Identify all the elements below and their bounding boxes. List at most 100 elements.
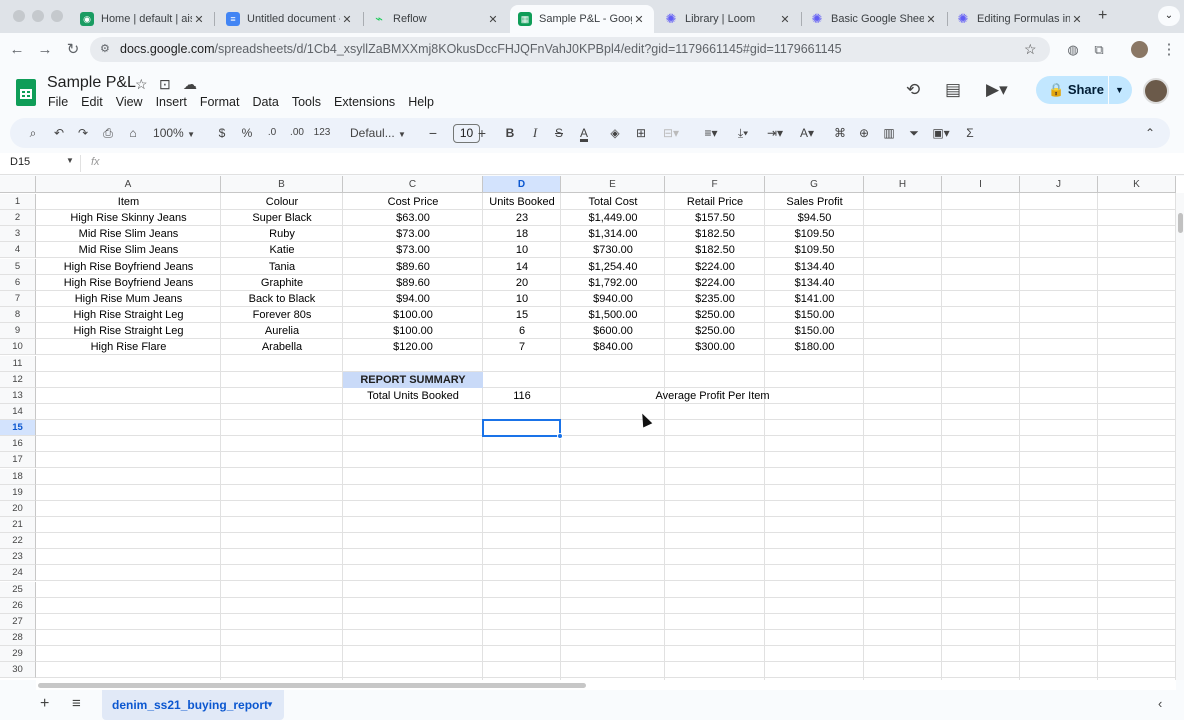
row-header[interactable]: 24 [0, 565, 36, 582]
sheets-logo-icon[interactable] [16, 79, 36, 106]
data-cell[interactable]: Aurelia [221, 323, 343, 339]
row-header[interactable]: 1 [0, 194, 36, 210]
row-header[interactable]: 8 [0, 307, 36, 324]
browser-tab[interactable]: ✺ Library | Loom ✕ [656, 5, 800, 33]
row-header[interactable]: 16 [0, 436, 36, 453]
column-header-f[interactable]: F [665, 176, 765, 193]
data-cell[interactable]: High Rise Mum Jeans [36, 291, 221, 307]
browser-menu-icon[interactable]: ⋮ [1158, 39, 1180, 61]
data-cell[interactable]: $1,254.40 [561, 259, 665, 275]
strikethrough-button[interactable]: S [552, 118, 566, 148]
row-header[interactable]: 9 [0, 323, 36, 340]
menu-extensions[interactable]: Extensions [334, 95, 395, 109]
row-header[interactable]: 29 [0, 646, 36, 663]
menu-data[interactable]: Data [252, 95, 278, 109]
data-cell[interactable]: $235.00 [665, 291, 765, 307]
extension-icon[interactable]: ◍ [1062, 39, 1084, 61]
formula-input[interactable] [112, 155, 1172, 172]
data-cell[interactable]: Tania [221, 259, 343, 275]
data-cell[interactable]: $1,449.00 [561, 210, 665, 226]
data-cell[interactable]: $94.50 [765, 210, 864, 226]
data-cell[interactable]: 14 [483, 259, 561, 275]
column-header-c[interactable]: C [343, 176, 483, 193]
vertical-scrollbar[interactable] [1176, 193, 1184, 680]
row-header[interactable]: 13 [0, 387, 36, 404]
menu-format[interactable]: Format [200, 95, 240, 109]
horizontal-scroll-thumb[interactable] [38, 683, 586, 688]
search-menus-icon[interactable]: ⌕ [24, 118, 42, 148]
forward-icon[interactable]: → [34, 39, 56, 61]
column-header-b[interactable]: B [221, 176, 343, 193]
browser-tab[interactable]: ✺ Editing Formulas in G ✕ [948, 5, 1092, 33]
redo-icon[interactable]: ↷ [74, 118, 92, 148]
data-cell[interactable]: Forever 80s [221, 307, 343, 323]
data-cell[interactable]: $600.00 [561, 323, 665, 339]
column-header-h[interactable]: H [864, 176, 942, 193]
row-header[interactable]: 6 [0, 274, 36, 291]
data-cell[interactable]: $182.50 [665, 242, 765, 258]
add-sheet-icon[interactable]: + [40, 695, 49, 713]
menu-file[interactable]: File [48, 95, 68, 109]
site-info-icon[interactable]: ⚙ [100, 37, 110, 62]
row-header[interactable]: 10 [0, 339, 36, 356]
data-cell[interactable]: Mid Rise Slim Jeans [36, 226, 221, 242]
row-header[interactable]: 12 [0, 371, 36, 388]
horizontal-align-icon[interactable]: ≡▾ [698, 118, 724, 148]
row-header[interactable]: 15 [0, 420, 36, 437]
data-cell[interactable]: $120.00 [343, 339, 483, 355]
data-cell[interactable]: $134.40 [765, 259, 864, 275]
minimize-window-dot[interactable] [32, 10, 44, 22]
decrease-font-size-icon[interactable]: − [426, 118, 440, 148]
row-header[interactable]: 28 [0, 630, 36, 647]
close-icon[interactable]: ✕ [340, 13, 354, 26]
data-cell[interactable]: $134.40 [765, 275, 864, 291]
data-cell[interactable]: $224.00 [665, 275, 765, 291]
data-cell[interactable]: $89.60 [343, 275, 483, 291]
data-cell[interactable]: 20 [483, 275, 561, 291]
data-cell[interactable]: $1,500.00 [561, 307, 665, 323]
browser-tab[interactable]: ✺ Basic Google Sheets ✕ [802, 5, 946, 33]
browser-tab[interactable]: ≡ Untitled document - ✕ [218, 5, 362, 33]
menu-edit[interactable]: Edit [81, 95, 103, 109]
data-cell[interactable]: $224.00 [665, 259, 765, 275]
version-history-icon[interactable]: ⟲ [906, 80, 920, 100]
row-header[interactable]: 23 [0, 549, 36, 566]
comments-icon[interactable]: ▤ [945, 80, 961, 100]
column-title-cell[interactable]: Total Cost [561, 194, 665, 210]
data-cell[interactable]: $730.00 [561, 242, 665, 258]
row-header[interactable]: 20 [0, 500, 36, 517]
row-header[interactable]: 14 [0, 403, 36, 420]
profile-avatar[interactable] [1131, 41, 1148, 58]
zoom-select[interactable]: 100% ▼ [150, 118, 198, 148]
horizontal-scrollbar[interactable] [36, 680, 1176, 690]
column-title-cell[interactable]: Item [36, 194, 221, 210]
merge-cells-icon[interactable]: ⊟▾ [658, 118, 684, 148]
browser-tab-active[interactable]: ▦ Sample P&L - Googl ✕ [510, 5, 654, 33]
text-color-button[interactable]: A [576, 118, 592, 148]
row-header[interactable]: 21 [0, 517, 36, 533]
data-cell[interactable]: $157.50 [665, 210, 765, 226]
name-box[interactable]: D15 [10, 156, 30, 168]
data-cell[interactable]: High Rise Boyfriend Jeans [36, 275, 221, 291]
data-cell[interactable]: $100.00 [343, 307, 483, 323]
data-cell[interactable]: Back to Black [221, 291, 343, 307]
data-cell[interactable]: $150.00 [765, 307, 864, 323]
close-icon[interactable]: ✕ [632, 13, 646, 26]
row-header[interactable]: 3 [0, 226, 36, 243]
row-header[interactable]: 5 [0, 258, 36, 275]
data-cell[interactable]: Arabella [221, 339, 343, 355]
data-cell[interactable]: $89.60 [343, 259, 483, 275]
chevron-down-icon[interactable]: ▼ [66, 156, 74, 165]
italic-button[interactable]: I [528, 118, 542, 148]
column-header-a[interactable]: A [36, 176, 221, 193]
percent-button[interactable]: % [239, 118, 255, 148]
data-cell[interactable]: High Rise Skinny Jeans [36, 210, 221, 226]
new-tab-icon[interactable]: + [1098, 7, 1107, 25]
row-header[interactable]: 11 [0, 355, 36, 372]
data-cell[interactable]: 10 [483, 242, 561, 258]
increase-font-size-icon[interactable]: + [475, 118, 489, 148]
text-rotation-icon[interactable]: A▾ [794, 118, 820, 148]
data-cell[interactable]: Mid Rise Slim Jeans [36, 242, 221, 258]
close-icon[interactable]: ✕ [192, 13, 206, 26]
filter-icon[interactable]: ⏷ [906, 118, 922, 148]
